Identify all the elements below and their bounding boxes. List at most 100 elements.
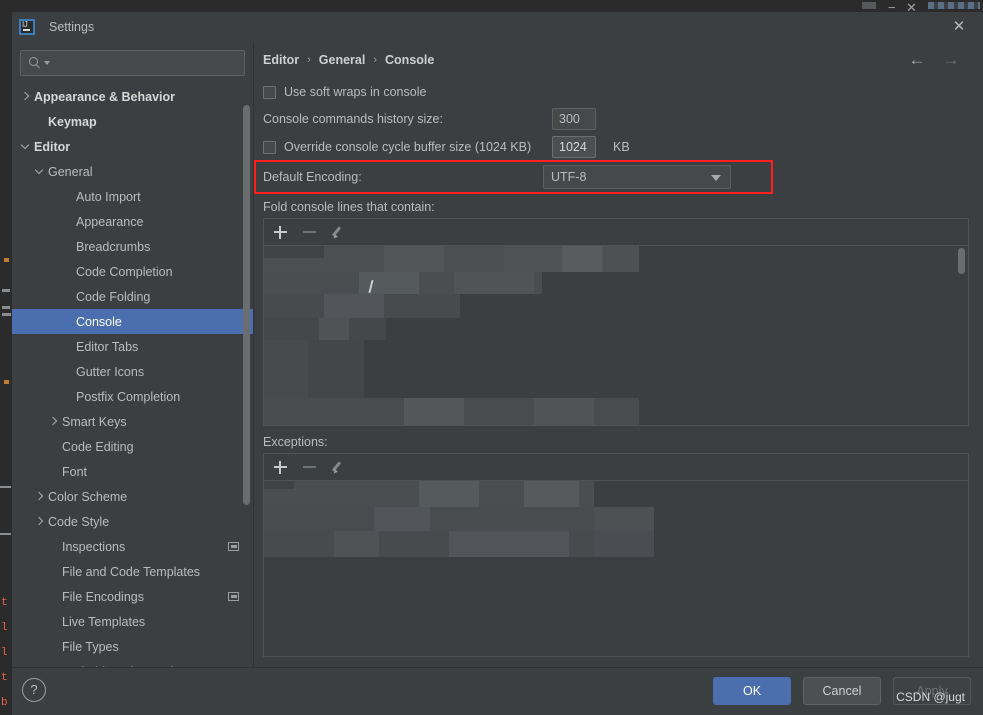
soft-wraps-label: Use soft wraps in console <box>284 85 427 99</box>
chevron-down-icon[interactable] <box>20 141 31 152</box>
sidebar-item-label: Code Editing <box>62 439 134 454</box>
search-input[interactable] <box>50 56 244 70</box>
sidebar-item-inspections[interactable]: Inspections <box>12 534 253 559</box>
sidebar-item-file-and-code-templates[interactable]: File and Code Templates <box>12 559 253 584</box>
search-box[interactable] <box>20 50 245 76</box>
sidebar-item-file-encodings[interactable]: File Encodings <box>12 584 253 609</box>
sidebar-item-breadcrumbs[interactable]: Breadcrumbs <box>12 234 253 259</box>
exceptions-list[interactable] <box>264 481 968 656</box>
intellij-idea-logo-icon <box>19 19 35 35</box>
fold-list-scrollbar-thumb[interactable] <box>958 248 965 274</box>
sidebar-item-live-templates[interactable]: Live Templates <box>12 609 253 634</box>
help-button[interactable]: ? <box>22 678 46 702</box>
chevron-right-icon[interactable] <box>34 516 45 527</box>
background-marker <box>2 306 10 309</box>
add-icon[interactable] <box>274 460 287 474</box>
cycle-buffer-checkbox[interactable] <box>263 140 276 154</box>
background-marker <box>2 313 11 316</box>
sidebar-scrollbar-thumb[interactable] <box>243 105 250 505</box>
sidebar-item-label: File Encodings <box>62 589 144 604</box>
soft-wraps-row[interactable]: Use soft wraps in console <box>263 80 969 104</box>
sidebar-item-label: Auto Import <box>76 189 141 204</box>
chevron-right-icon[interactable] <box>20 91 31 102</box>
settings-main-panel: Editor › General › Console ← → Use soft … <box>254 42 983 667</box>
default-encoding-section: Default Encoding: UTF-8 <box>254 160 969 194</box>
default-encoding-label: Default Encoding: <box>263 170 362 184</box>
project-scope-badge-icon <box>228 542 239 551</box>
console-settings-form: Use soft wraps in console Console comman… <box>254 78 969 667</box>
sidebar-item-code-style[interactable]: Code Style <box>12 509 253 534</box>
sidebar-item-appearance-behavior[interactable]: Appearance & Behavior <box>12 84 253 109</box>
sidebar-item-label: Smart Keys <box>62 414 127 429</box>
background-code-text: b <box>1 697 8 709</box>
sidebar-item-editor-tabs[interactable]: Editor Tabs <box>12 334 253 359</box>
settings-tree[interactable]: Appearance & Behavior Keymap Editor General… <box>12 82 253 667</box>
fold-console-list[interactable] <box>264 246 968 425</box>
sidebar-item-console[interactable]: Console <box>12 309 253 334</box>
soft-wraps-checkbox[interactable] <box>263 85 276 99</box>
remove-icon <box>303 230 316 234</box>
chevron-down-icon[interactable] <box>34 166 45 177</box>
sidebar-item-label: File Types <box>62 639 119 654</box>
breadcrumb-item-editor[interactable]: Editor <box>263 53 299 67</box>
default-encoding-dropdown[interactable]: UTF-8 <box>543 165 731 189</box>
sidebar-item-label: Appearance <box>76 214 144 229</box>
sidebar-item-smart-keys[interactable]: Smart Keys <box>12 409 253 434</box>
remove-icon <box>303 465 316 469</box>
sidebar-item-label: Editor Tabs <box>76 339 139 354</box>
background-code-text: t <box>1 597 8 609</box>
cycle-buffer-input[interactable]: 1024 <box>552 136 596 158</box>
cancel-button[interactable]: Cancel <box>803 677 881 705</box>
sidebar-item-code-editing[interactable]: Code Editing <box>12 434 253 459</box>
edit-pencil-icon <box>331 460 346 475</box>
sidebar-item-general[interactable]: General <box>12 159 253 184</box>
chevron-right-icon[interactable] <box>48 416 59 427</box>
chevron-right-icon[interactable] <box>34 491 45 502</box>
exceptions-label: Exceptions: <box>263 435 328 449</box>
sidebar-item-label: Keymap <box>48 114 97 129</box>
screen-root: − ✕ t l l t b Settings ✕ <box>0 0 983 715</box>
fold-console-toolbar <box>264 219 968 246</box>
sidebar-item-keymap[interactable]: Keymap <box>12 109 253 134</box>
sidebar-item-label: File and Code Templates <box>62 564 201 579</box>
sidebar-item-file-types[interactable]: File Types <box>12 634 253 659</box>
arrow-right-icon[interactable]: → <box>941 50 961 70</box>
close-icon[interactable]: ✕ <box>949 17 969 37</box>
sidebar-item-code-folding[interactable]: Code Folding <box>12 284 253 309</box>
add-icon[interactable] <box>274 225 287 239</box>
background-marker <box>0 533 11 535</box>
sidebar-item-color-scheme[interactable]: Color Scheme <box>12 484 253 509</box>
breadcrumb-separator: › <box>307 54 311 66</box>
edit-pencil-icon <box>331 225 346 240</box>
background-marker <box>0 486 11 488</box>
sidebar-item-auto-import[interactable]: Auto Import <box>12 184 253 209</box>
breadcrumb-item-console[interactable]: Console <box>385 53 434 67</box>
sidebar-item-appearance[interactable]: Appearance <box>12 209 253 234</box>
arrow-left-icon[interactable]: ← <box>907 50 927 70</box>
sidebar-item-font[interactable]: Font <box>12 459 253 484</box>
ok-button[interactable]: OK <box>713 677 791 705</box>
sidebar-item-editor[interactable]: Editor <box>12 134 253 159</box>
censored-content <box>264 481 968 656</box>
fold-list-scrollbar[interactable] <box>958 246 967 425</box>
background-code-text: l <box>1 622 8 634</box>
background-marker <box>2 289 10 292</box>
sidebar-item-gutter-icons[interactable]: Gutter Icons <box>12 359 253 384</box>
sidebar-item-postfix-completion[interactable]: Postfix Completion <box>12 384 253 409</box>
breadcrumb-item-general[interactable]: General <box>319 53 366 67</box>
sidebar-item-label: Gutter Icons <box>76 364 145 379</box>
sidebar-item-android-design-tools[interactable]: Android Design Tools <box>12 659 253 668</box>
background-marker <box>4 380 9 384</box>
sidebar-item-code-completion[interactable]: Code Completion <box>12 259 253 284</box>
dialog-titlebar: Settings ✕ <box>12 12 983 42</box>
background-marker <box>4 258 9 262</box>
history-size-input[interactable]: 300 <box>552 108 596 130</box>
